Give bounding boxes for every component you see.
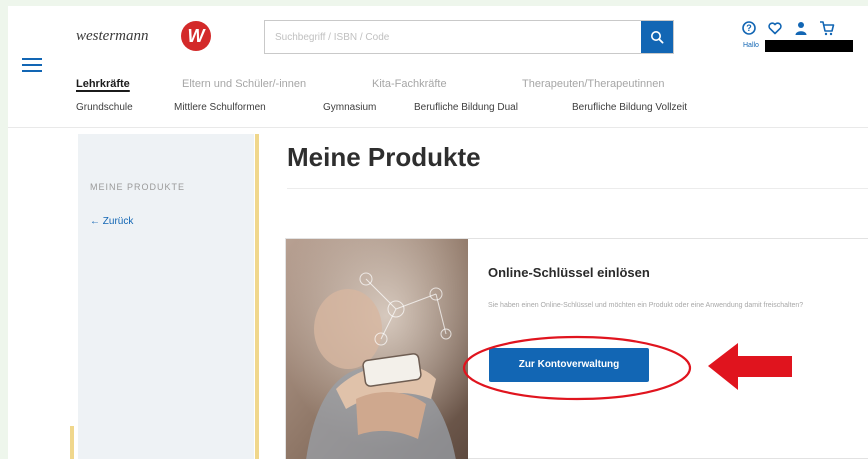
search-bar	[264, 20, 674, 54]
redeem-card: Online-Schlüssel einlösen Sie haben eine…	[285, 238, 868, 459]
help-icon[interactable]: ?	[741, 20, 757, 36]
search-icon	[651, 31, 664, 44]
subnav-item-grundschule[interactable]: Grundschule	[76, 102, 133, 113]
logo-badge[interactable]: W	[181, 21, 211, 51]
user-icon[interactable]	[793, 20, 809, 36]
product-image	[286, 239, 468, 459]
search-input[interactable]	[265, 21, 641, 53]
account-management-button[interactable]: Zur Kontoverwaltung	[489, 348, 649, 382]
redacted-username	[765, 40, 853, 52]
logo-text[interactable]: westermann	[76, 28, 149, 45]
card-title: Online-Schlüssel einlösen	[488, 265, 650, 280]
nav-item-lehrkraefte[interactable]: Lehrkräfte	[76, 78, 130, 90]
page: westermann W ? Hallo	[8, 6, 868, 459]
subnav-item-mittlere[interactable]: Mittlere Schulformen	[174, 102, 266, 113]
sidebar: MEINE PRODUKTE ← Zurück	[78, 134, 254, 459]
page-title: Meine Produkte	[287, 142, 481, 172]
heart-icon[interactable]	[767, 20, 783, 36]
card-description: Sie haben einen Online-Schlüssel und möc…	[488, 302, 804, 309]
sidebar-title: MEINE PRODUKTE	[90, 182, 186, 192]
title-divider	[287, 188, 868, 189]
subnav-item-dual[interactable]: Berufliche Bildung Dual	[414, 102, 518, 113]
subnav-item-gymnasium[interactable]: Gymnasium	[323, 102, 376, 113]
svg-text:?: ?	[746, 23, 752, 33]
nav-item-eltern[interactable]: Eltern und Schüler/-innen	[182, 78, 306, 90]
nav-item-kita[interactable]: Kita-Fachkräfte	[372, 78, 447, 90]
nav-item-therapeuten[interactable]: Therapeuten/Therapeutinnen	[522, 78, 665, 90]
subnav-item-vollzeit[interactable]: Berufliche Bildung Vollzeit	[572, 102, 687, 113]
greeting-text: Hallo	[743, 42, 759, 49]
menu-icon[interactable]	[22, 58, 42, 72]
header-divider	[8, 127, 868, 128]
accent-bar-left	[70, 426, 74, 459]
back-link[interactable]: ← Zurück	[90, 216, 133, 227]
cart-icon[interactable]	[819, 20, 835, 36]
accent-bar	[255, 134, 259, 459]
search-button[interactable]	[641, 21, 673, 53]
